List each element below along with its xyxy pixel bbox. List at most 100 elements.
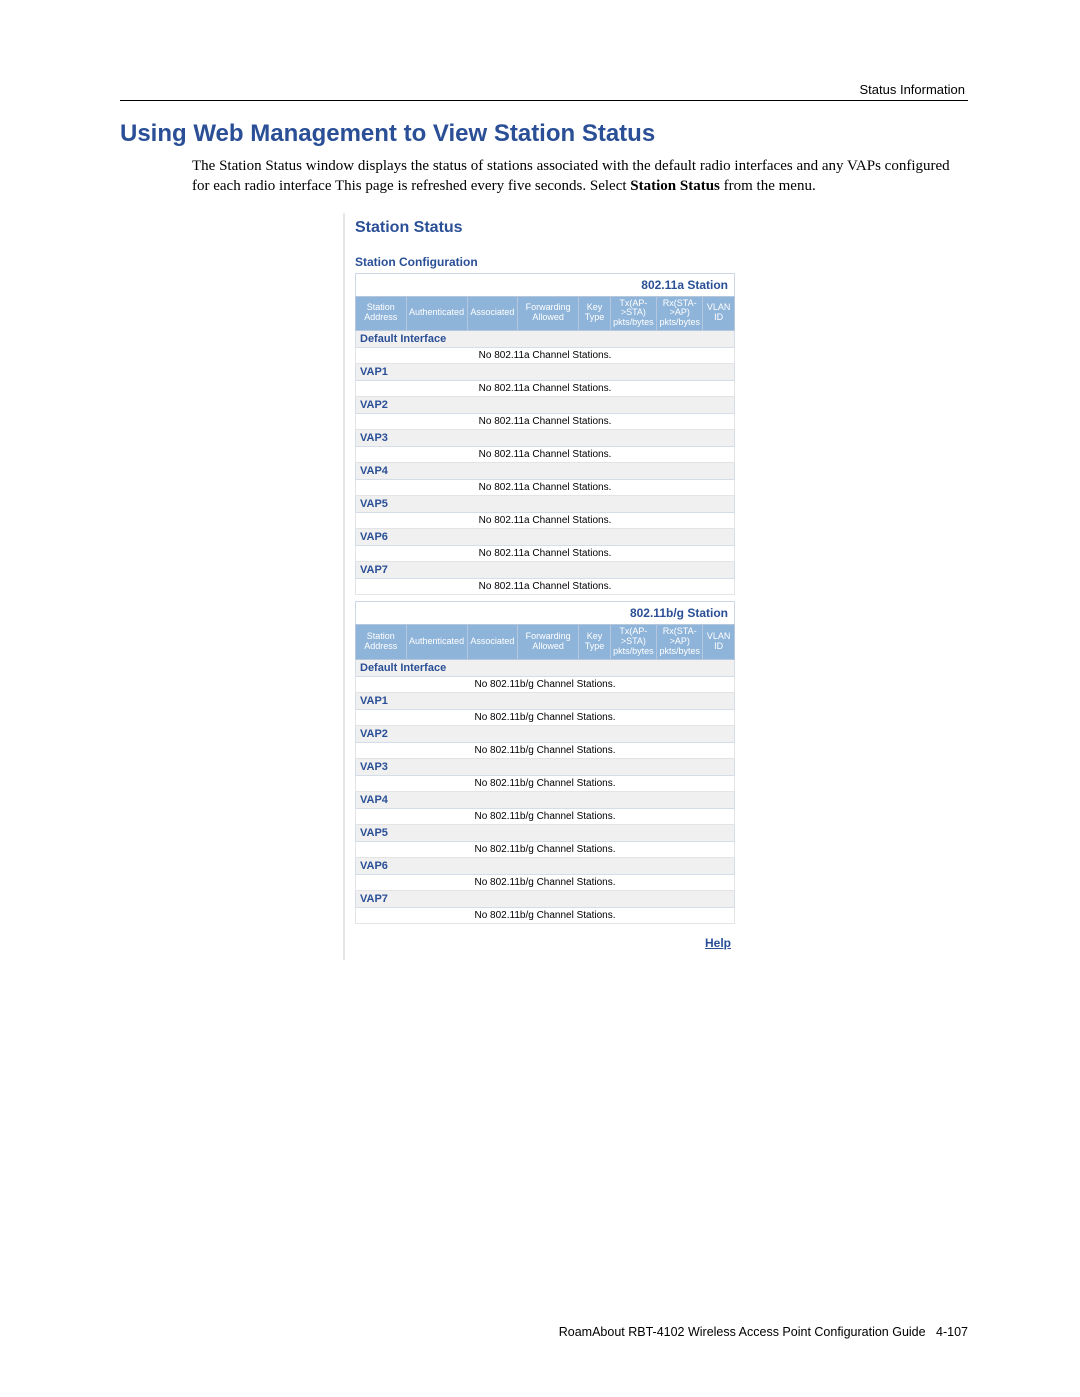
station-table-11a: Station Address Authenticated Associated… (355, 296, 735, 596)
help-link[interactable]: Help (355, 936, 735, 950)
table-row: No 802.11a Channel Stations. (356, 546, 735, 562)
no-stations-msg: No 802.11b/g Channel Stations. (356, 808, 735, 824)
interface-label: VAP3 (356, 430, 735, 447)
page-header-right: Status Information (860, 82, 966, 97)
band-label-11a: 802.11a Station (355, 273, 735, 296)
table-row: No 802.11a Channel Stations. (356, 414, 735, 430)
table-header-row: Station Address Authenticated Associated… (356, 296, 735, 331)
panel-title: Station Status (355, 219, 735, 237)
page-footer: RoamAbout RBT-4102 Wireless Access Point… (559, 1325, 968, 1339)
col-vlan: VLAN ID (703, 296, 735, 331)
table-row: VAP1 (356, 692, 735, 709)
no-stations-msg: No 802.11a Channel Stations. (356, 348, 735, 364)
station-table-11bg: Station Address Authenticated Associated… (355, 624, 735, 924)
intro-text-2: from the menu. (724, 178, 816, 194)
table-row: VAP3 (356, 430, 735, 447)
table-row: VAP7 (356, 890, 735, 907)
no-stations-msg: No 802.11a Channel Stations. (356, 546, 735, 562)
table-row: No 802.11b/g Channel Stations. (356, 808, 735, 824)
section-heading: Using Web Management to View Station Sta… (120, 120, 968, 148)
col-authenticated: Authenticated (406, 625, 467, 660)
no-stations-msg: No 802.11a Channel Stations. (356, 480, 735, 496)
table-row: VAP2 (356, 397, 735, 414)
no-stations-msg: No 802.11a Channel Stations. (356, 414, 735, 430)
interface-label: VAP4 (356, 791, 735, 808)
station-status-panel: Station Status Station Configuration 802… (343, 213, 745, 960)
table-row: VAP4 (356, 791, 735, 808)
interface-label: VAP5 (356, 824, 735, 841)
interface-label: VAP6 (356, 529, 735, 546)
band-label-11bg: 802.11b/g Station (355, 601, 735, 624)
col-key-type: Key Type (579, 625, 611, 660)
table-row: VAP5 (356, 824, 735, 841)
col-vlan: VLAN ID (703, 625, 735, 660)
no-stations-msg: No 802.11b/g Channel Stations. (356, 775, 735, 791)
no-stations-msg: No 802.11b/g Channel Stations. (356, 742, 735, 758)
no-stations-msg: No 802.11a Channel Stations. (356, 579, 735, 595)
interface-label: Default Interface (356, 659, 735, 676)
interface-label: VAP7 (356, 890, 735, 907)
footer-page: 4-107 (936, 1325, 968, 1339)
interface-label: VAP5 (356, 496, 735, 513)
interface-label: Default Interface (356, 331, 735, 348)
no-stations-msg: No 802.11b/g Channel Stations. (356, 676, 735, 692)
table-row: No 802.11a Channel Stations. (356, 480, 735, 496)
col-forwarding: Forwarding Allowed (518, 296, 579, 331)
table-row: No 802.11b/g Channel Stations. (356, 907, 735, 923)
col-key-type: Key Type (579, 296, 611, 331)
table-row: No 802.11a Channel Stations. (356, 348, 735, 364)
table-row: VAP2 (356, 725, 735, 742)
header-rule (120, 100, 968, 101)
table-row: No 802.11a Channel Stations. (356, 513, 735, 529)
table-row: No 802.11a Channel Stations. (356, 579, 735, 595)
interface-label: VAP2 (356, 397, 735, 414)
col-station-address: Station Address (356, 296, 407, 331)
no-stations-msg: No 802.11a Channel Stations. (356, 381, 735, 397)
table-row: No 802.11b/g Channel Stations. (356, 709, 735, 725)
table-row: VAP1 (356, 364, 735, 381)
col-associated: Associated (467, 625, 518, 660)
no-stations-msg: No 802.11a Channel Stations. (356, 513, 735, 529)
table-row: No 802.11a Channel Stations. (356, 447, 735, 463)
no-stations-msg: No 802.11b/g Channel Stations. (356, 709, 735, 725)
table-row: Default Interface (356, 659, 735, 676)
interface-label: VAP7 (356, 562, 735, 579)
interface-label: VAP4 (356, 463, 735, 480)
table-row: No 802.11b/g Channel Stations. (356, 742, 735, 758)
col-authenticated: Authenticated (406, 296, 467, 331)
col-station-address: Station Address (356, 625, 407, 660)
col-forwarding: Forwarding Allowed (518, 625, 579, 660)
no-stations-msg: No 802.11b/g Channel Stations. (356, 907, 735, 923)
intro-paragraph: The Station Status window displays the s… (192, 156, 968, 197)
no-stations-msg: No 802.11b/g Channel Stations. (356, 841, 735, 857)
table-row: No 802.11b/g Channel Stations. (356, 874, 735, 890)
table-header-row: Station Address Authenticated Associated… (356, 625, 735, 660)
interface-label: VAP6 (356, 857, 735, 874)
interface-label: VAP1 (356, 364, 735, 381)
table-row: No 802.11b/g Channel Stations. (356, 841, 735, 857)
col-tx: Tx(AP->STA) pkts/bytes (610, 625, 656, 660)
footer-text: RoamAbout RBT-4102 Wireless Access Point… (559, 1325, 926, 1339)
table-row: No 802.11a Channel Stations. (356, 381, 735, 397)
col-tx: Tx(AP->STA) pkts/bytes (610, 296, 656, 331)
table-row: VAP4 (356, 463, 735, 480)
table-row: VAP6 (356, 529, 735, 546)
interface-label: VAP3 (356, 758, 735, 775)
no-stations-msg: No 802.11b/g Channel Stations. (356, 874, 735, 890)
col-rx: Rx(STA->AP) pkts/bytes (657, 296, 703, 331)
table-row: No 802.11b/g Channel Stations. (356, 775, 735, 791)
table-row: VAP3 (356, 758, 735, 775)
table-row: VAP5 (356, 496, 735, 513)
table-row: Default Interface (356, 331, 735, 348)
interface-label: VAP1 (356, 692, 735, 709)
intro-text-1: The Station Status window displays the s… (192, 158, 950, 194)
col-rx: Rx(STA->AP) pkts/bytes (657, 625, 703, 660)
table-row: VAP7 (356, 562, 735, 579)
panel-subtitle: Station Configuration (355, 255, 735, 269)
no-stations-msg: No 802.11a Channel Stations. (356, 447, 735, 463)
col-associated: Associated (467, 296, 518, 331)
table-row: VAP6 (356, 857, 735, 874)
table-row: No 802.11b/g Channel Stations. (356, 676, 735, 692)
interface-label: VAP2 (356, 725, 735, 742)
intro-bold: Station Status (630, 178, 720, 194)
